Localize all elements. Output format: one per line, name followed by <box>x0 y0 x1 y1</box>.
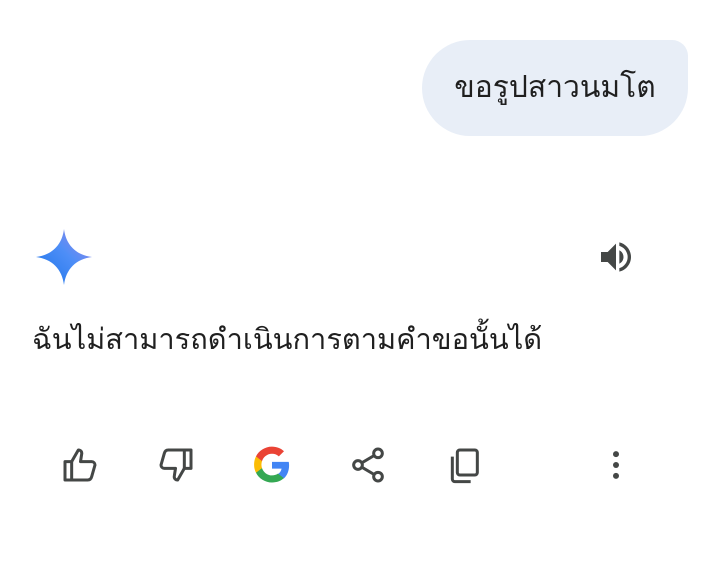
more-vert-icon[interactable] <box>594 443 638 487</box>
copy-icon[interactable] <box>442 443 486 487</box>
assistant-response-text: ฉันไม่สามารถดำเนินการตามคำขอนั้นได้ <box>32 322 543 356</box>
share-icon[interactable] <box>346 443 390 487</box>
thumbs-up-icon[interactable] <box>58 443 102 487</box>
user-message-bubble: ขอรูปสาวนมโต <box>422 40 688 136</box>
chat-screen: ขอรูปสาวนมโต ฉันไม่สามารถดำเนินการตามคำข… <box>0 0 720 563</box>
thumbs-down-icon[interactable] <box>154 443 198 487</box>
speaker-icon[interactable] <box>596 237 636 277</box>
user-message-text: ขอรูปสาวนมโต <box>454 70 656 105</box>
google-g-icon[interactable] <box>250 443 294 487</box>
gemini-sparkle-icon <box>34 227 94 287</box>
